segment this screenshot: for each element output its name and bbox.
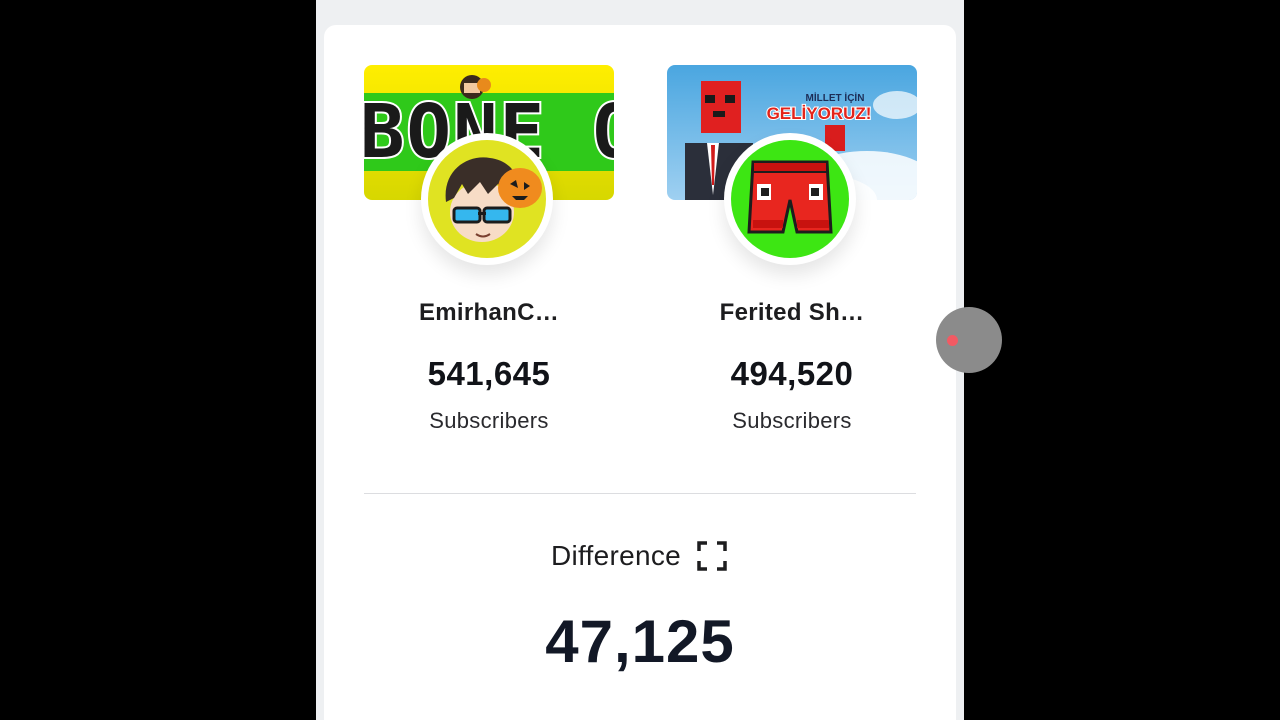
subscriber-label-right: Subscribers xyxy=(732,408,852,433)
screen-record-handle[interactable] xyxy=(936,307,1002,373)
banner-text-right-2: GELİYORUZ! xyxy=(767,104,872,123)
channel-avatar-left[interactable] xyxy=(421,133,553,265)
comparison-card: BONE O xyxy=(324,25,956,720)
channel-right[interactable]: MİLLET İÇİN GELİYORUZ! Ferited Sh… 494,5… xyxy=(667,65,917,433)
channel-name-right[interactable]: Ferited Sh… xyxy=(667,299,917,327)
app-screen: BONE O xyxy=(316,0,964,720)
banner-text-right-1: MİLLET İÇİN xyxy=(806,91,865,104)
avatar-image-right xyxy=(731,140,849,258)
channel-left[interactable]: BONE O xyxy=(364,65,614,433)
avatar-image-left xyxy=(428,140,546,258)
record-dot-icon xyxy=(947,334,958,346)
subscriber-label-left: Subscribers xyxy=(429,408,549,433)
difference-label: Difference xyxy=(550,540,682,571)
subscriber-count-left: 541,645 xyxy=(427,355,551,392)
divider xyxy=(364,493,916,494)
difference-header: Difference xyxy=(324,539,956,573)
fullscreen-icon[interactable] xyxy=(695,539,729,573)
channel-name-left[interactable]: EmirhanC… xyxy=(364,299,614,327)
difference-value: 47,125 xyxy=(545,608,735,675)
subscriber-count-right: 494,520 xyxy=(730,355,854,392)
channel-avatar-right[interactable] xyxy=(724,133,856,265)
